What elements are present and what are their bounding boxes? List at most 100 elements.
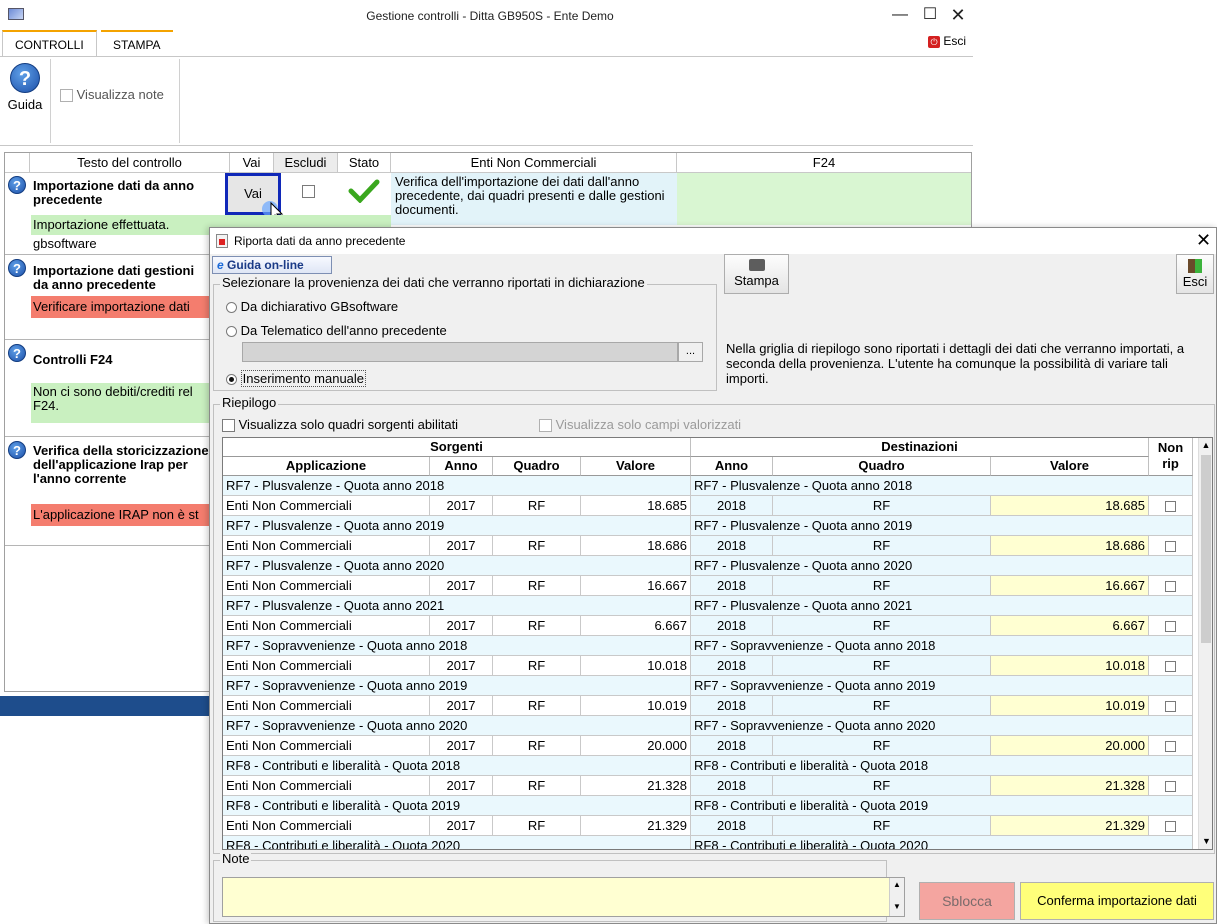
checkbox-box[interactable] [60, 89, 73, 103]
header-destinazioni: Destinazioni [691, 438, 1149, 457]
non-rip-cell [1149, 576, 1193, 596]
control-extra: gbsoftware [33, 236, 97, 251]
note-scrollbar[interactable]: ▲ ▼ [889, 878, 904, 916]
chk-sorgenti-abilitati[interactable]: Visualizza solo quadri sorgenti abilitat… [222, 417, 458, 433]
cell-app: Enti Non Commerciali [223, 656, 430, 676]
note-textarea[interactable]: ▲ ▼ [222, 877, 905, 917]
scroll-up-icon[interactable]: ▲ [890, 878, 904, 892]
radio-manuale[interactable]: Inserimento manuale [226, 370, 367, 387]
close-icon[interactable]: ✕ [1196, 230, 1211, 251]
cell-valore-dest[interactable]: 10.019 [991, 696, 1149, 716]
escludi-checkbox[interactable] [302, 185, 315, 198]
maximize-icon[interactable]: ☐ [915, 4, 945, 26]
non-rip-checkbox[interactable] [1165, 501, 1176, 513]
guida-online-button[interactable]: e Guida on-line [212, 256, 332, 274]
cell-valore-dest[interactable]: 21.329 [991, 816, 1149, 836]
cell-anno-dest: 2018 [691, 616, 773, 636]
non-rip-checkbox[interactable] [1165, 741, 1176, 753]
chk-campi-valorizzati[interactable]: Visualizza solo campi valorizzati [539, 417, 741, 433]
help-icon[interactable]: ? [8, 176, 26, 194]
help-icon[interactable]: ? [8, 441, 26, 459]
non-rip-cell [1149, 536, 1193, 556]
table-row[interactable]: Enti Non Commerciali 2017 RF 21.328 2018 RF 21… [223, 776, 1193, 796]
f24-cell [677, 173, 971, 225]
browse-button[interactable]: ... [678, 342, 703, 362]
scroll-down-icon[interactable]: ▼ [890, 900, 904, 914]
radio-label: Da dichiarativo GBsoftware [240, 299, 399, 314]
radio-button[interactable] [226, 326, 237, 338]
non-rip-checkbox[interactable] [1165, 781, 1176, 793]
table-row[interactable]: Enti Non Commerciali 2017 RF 10.018 2018 RF 10… [223, 656, 1193, 676]
dest-title: RF7 - Plusvalenze - Quota anno 2018 [691, 476, 1193, 496]
minimize-icon[interactable]: — [885, 4, 915, 26]
group-title-row: RF8 - Contributi e liberalità - Quota 20… [223, 836, 1193, 849]
table-row[interactable]: Enti Non Commerciali 2017 RF 10.019 2018 RF 10… [223, 696, 1193, 716]
power-icon: ⏻ [928, 35, 940, 48]
non-rip-checkbox[interactable] [1165, 621, 1176, 633]
table-row[interactable]: Enti Non Commerciali 2017 RF 20.000 2018 RF 20… [223, 736, 1193, 756]
dest-title: RF8 - Contributi e liberalità - Quota 20… [691, 796, 1193, 816]
visualizza-note-checkbox[interactable]: Visualizza note [60, 87, 164, 103]
grid-scrollbar[interactable]: ▲ ▼ [1198, 438, 1212, 849]
radio-button[interactable] [226, 302, 237, 314]
status-error-bar: L'applicazione IRAP non è st [31, 504, 211, 526]
esci-dialog-button[interactable]: Esci [1176, 254, 1214, 294]
cell-valore-dest[interactable]: 18.686 [991, 536, 1149, 556]
radio-dichiarativo[interactable]: Da dichiarativo GBsoftware [226, 299, 398, 314]
non-rip-cell [1149, 736, 1193, 756]
conferma-importazione-button[interactable]: Conferma importazione dati [1020, 882, 1214, 920]
sblocca-button[interactable]: Sblocca [919, 882, 1015, 920]
cell-valore-dest[interactable]: 16.667 [991, 576, 1149, 596]
radio-button[interactable] [226, 374, 237, 386]
cell-app: Enti Non Commerciali [223, 776, 430, 796]
guida-button[interactable]: ? Guida [4, 63, 46, 118]
scroll-thumb[interactable] [1201, 455, 1211, 643]
cell-valore: 20.000 [581, 736, 691, 756]
cell-valore-dest[interactable]: 21.328 [991, 776, 1149, 796]
non-rip-checkbox[interactable] [1165, 821, 1176, 833]
riepilogo-grid: Sorgenti Destinazioni Non rip Applicazio… [222, 437, 1213, 850]
cell-anno: 2017 [430, 696, 493, 716]
guida-online-label: Guida on-line [227, 258, 304, 272]
cell-valore-dest[interactable]: 6.667 [991, 616, 1149, 636]
dialog-title-bar: Riporta dati da anno precedente ✕ [210, 228, 1216, 254]
group-title-row: RF7 - Plusvalenze - Quota anno 2020 RF7 -… [223, 556, 1193, 576]
cell-valore-dest[interactable]: 10.018 [991, 656, 1149, 676]
non-rip-checkbox[interactable] [1165, 661, 1176, 673]
table-row[interactable]: Enti Non Commerciali 2017 RF 18.685 2018 RF 18… [223, 496, 1193, 516]
esci-button[interactable]: ⏻ Esci [928, 34, 966, 48]
radio-telematico[interactable]: Da Telematico dell'anno precedente [226, 323, 447, 338]
non-rip-checkbox[interactable] [1165, 581, 1176, 593]
non-rip-checkbox[interactable] [1165, 701, 1176, 713]
cell-valore-dest[interactable]: 20.000 [991, 736, 1149, 756]
scroll-up-icon[interactable]: ▲ [1199, 438, 1212, 453]
cell-valore-dest[interactable]: 18.685 [991, 496, 1149, 516]
dest-title: RF8 - Contributi e liberalità - Quota 20… [691, 756, 1193, 776]
table-row[interactable]: Enti Non Commerciali 2017 RF 6.667 2018 RF 6.6… [223, 616, 1193, 636]
close-icon[interactable]: ✕ [943, 4, 973, 26]
source-title: RF7 - Plusvalenze - Quota anno 2020 [223, 556, 691, 576]
cell-quadro-dest: RF [773, 576, 991, 596]
cell-anno: 2017 [430, 576, 493, 596]
cell-quadro-dest: RF [773, 616, 991, 636]
telematico-file-input[interactable] [242, 342, 678, 362]
table-row[interactable]: Enti Non Commerciali 2017 RF 21.329 2018 RF 21… [223, 816, 1193, 836]
table-row[interactable]: Enti Non Commerciali 2017 RF 16.667 2018 RF 16… [223, 576, 1193, 596]
non-rip-checkbox[interactable] [1165, 541, 1176, 553]
stampa-button[interactable]: Stampa [724, 254, 789, 294]
group-title-row: RF7 - Plusvalenze - Quota anno 2018 RF7 -… [223, 476, 1193, 496]
cell-valore: 18.686 [581, 536, 691, 556]
tab-stampa[interactable]: STAMPA [101, 30, 173, 56]
header-sorgenti: Sorgenti [223, 438, 691, 457]
help-icon[interactable]: ? [8, 259, 26, 277]
radio-label: Da Telematico dell'anno precedente [240, 323, 447, 338]
ribbon: ? Guida Visualizza note [0, 56, 973, 146]
checkbox-box[interactable] [222, 419, 235, 433]
cell-quadro: RF [493, 656, 581, 676]
cell-anno: 2017 [430, 776, 493, 796]
checkbox-box[interactable] [539, 419, 552, 433]
tab-controlli[interactable]: CONTROLLI [2, 30, 97, 56]
help-icon[interactable]: ? [8, 344, 26, 362]
scroll-down-icon[interactable]: ▼ [1199, 834, 1212, 849]
table-row[interactable]: Enti Non Commerciali 2017 RF 18.686 2018 RF 18… [223, 536, 1193, 556]
